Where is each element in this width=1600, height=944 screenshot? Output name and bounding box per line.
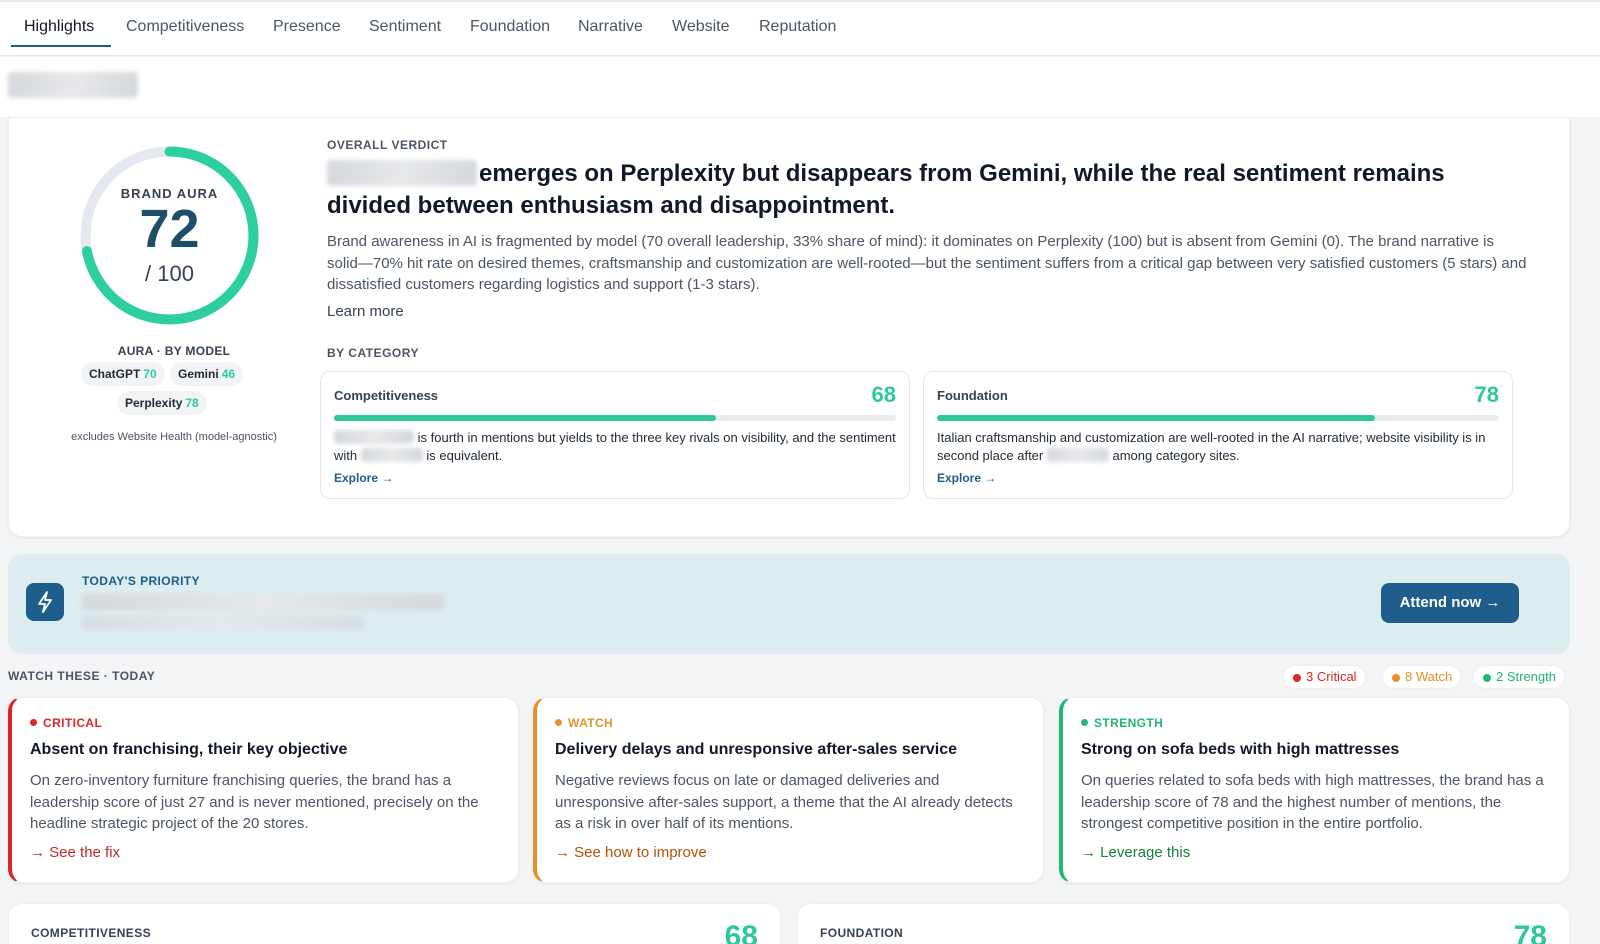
- aura-note: excludes Website Health (model-agnostic): [71, 431, 277, 443]
- card-body: Negative reviews focus on late or damage…: [555, 772, 1013, 832]
- attend-now-button[interactable]: Attend now →: [1381, 583, 1519, 623]
- foundation-detail-card: FOUNDATION 78: [797, 903, 1570, 944]
- see-the-fix-link[interactable]: → See the fix: [30, 844, 120, 861]
- model-name: Gemini: [178, 367, 219, 381]
- strength-insight-card: STRENGTH Strong on sofa beds with high m…: [1059, 697, 1570, 883]
- brand-aura-score: 72: [139, 199, 200, 259]
- category-summary: is fourth in mentions but yields to the …: [334, 429, 896, 465]
- brand-aura-gauge: BRAND AURA 72 / 100: [72, 138, 267, 333]
- strength-dot: [1483, 674, 1491, 682]
- critical-insight-card: CRITICAL Absent on franchising, their ke…: [8, 697, 519, 883]
- leverage-this-link[interactable]: → Leverage this: [1081, 844, 1190, 861]
- category-progress-fill: [334, 415, 717, 421]
- kicker-label: STRENGTH: [1094, 716, 1164, 730]
- tab-highlights[interactable]: Highlights: [24, 18, 94, 48]
- verdict-headline-text: emerges on Perplexity but disappears fro…: [327, 160, 1445, 219]
- card-label: FOUNDATION: [820, 926, 904, 940]
- tab-bar: Highlights Competitiveness Presence Sent…: [0, 0, 1600, 56]
- lightning-icon: [26, 583, 64, 621]
- redacted-brand-name: [8, 72, 138, 98]
- redacted-brand-name: [327, 160, 477, 186]
- kicker-label: CRITICAL: [43, 716, 103, 730]
- tab-narrative[interactable]: Narrative: [578, 18, 643, 48]
- redacted-competitor-name: [360, 448, 423, 462]
- strength-count-pill[interactable]: 2 Strength: [1473, 665, 1565, 689]
- category-card-competitiveness: Competitiveness 68 is fourth in mentions…: [320, 371, 910, 499]
- card-title: Absent on franchising, their key objecti…: [30, 741, 348, 758]
- redacted-competitor-name: [1046, 448, 1109, 462]
- category-progress-fill: [937, 415, 1376, 421]
- tab-website[interactable]: Website: [672, 18, 730, 48]
- model-chip-chatgpt: ChatGPT 70: [81, 362, 165, 386]
- active-tab-indicator: [11, 45, 111, 47]
- page-header: [0, 57, 1600, 117]
- status-dot: [555, 719, 562, 726]
- category-summary: Italian craftsmanship and customization …: [937, 429, 1499, 465]
- card-kicker: WATCH: [555, 716, 613, 730]
- todays-priority-banner: TODAY'S PRIORITY Attend now →: [8, 554, 1570, 654]
- verdict-headline: emerges on Perplexity but disappears fro…: [327, 158, 1527, 222]
- model-chip-gemini: Gemini 46: [170, 362, 244, 386]
- priority-eyebrow: TODAY'S PRIORITY: [82, 574, 200, 588]
- category-progress-bar: [334, 415, 896, 421]
- redacted-brand-name: [334, 430, 414, 444]
- pill-label: 2 Strength: [1496, 669, 1556, 684]
- card-title: Delivery delays and unresponsive after-s…: [555, 741, 957, 758]
- learn-more-link[interactable]: Learn more: [327, 303, 404, 320]
- redacted-priority-title: [82, 594, 444, 610]
- pill-label: 8 Watch: [1405, 669, 1453, 684]
- tab-foundation[interactable]: Foundation: [470, 18, 550, 48]
- explore-link[interactable]: Explore →: [937, 471, 996, 485]
- tab-competitiveness[interactable]: Competitiveness: [126, 18, 244, 48]
- watch-section-title: WATCH THESE · TODAY: [8, 669, 156, 683]
- kicker-label: WATCH: [568, 716, 614, 730]
- brand-aura-denominator: / 100: [145, 261, 194, 286]
- category-card-foundation: Foundation 78 Italian craftsmanship and …: [923, 371, 1513, 499]
- category-score: 78: [1474, 382, 1499, 407]
- watch-count-pill[interactable]: 8 Watch: [1382, 665, 1462, 689]
- verdict-eyebrow: OVERALL VERDICT: [327, 138, 448, 152]
- critical-dot: [1293, 674, 1301, 682]
- card-title: Strong on sofa beds with high mattresses: [1081, 741, 1400, 758]
- tab-presence[interactable]: Presence: [273, 18, 341, 48]
- status-dot: [1081, 719, 1088, 726]
- tab-sentiment[interactable]: Sentiment: [369, 18, 441, 48]
- tab-reputation[interactable]: Reputation: [759, 18, 836, 48]
- card-body: On zero-inventory furniture franchising …: [30, 772, 479, 832]
- category-name: Foundation: [937, 388, 1008, 403]
- category-name: Competitiveness: [334, 388, 439, 403]
- category-progress-bar: [937, 415, 1499, 421]
- card-body: On queries related to sofa beds with hig…: [1081, 772, 1544, 832]
- model-score: 46: [221, 367, 236, 381]
- model-score: 78: [185, 396, 199, 410]
- category-summary-text: is equivalent.: [426, 448, 503, 463]
- critical-count-pill[interactable]: 3 Critical: [1283, 665, 1366, 689]
- model-chip-perplexity: Perplexity 78: [117, 391, 207, 415]
- by-category-title: BY CATEGORY: [327, 346, 419, 360]
- competitiveness-detail-card: COMPETITIVENESS 68: [8, 903, 781, 944]
- category-score: 68: [871, 382, 896, 407]
- model-name: ChatGPT: [89, 367, 141, 381]
- card-kicker: STRENGTH: [1081, 716, 1163, 730]
- category-summary-text: among category sites.: [1112, 448, 1240, 463]
- aura-by-model-title: AURA · BY MODEL: [117, 344, 231, 358]
- watch-dot: [1392, 674, 1400, 682]
- card-label: COMPETITIVENESS: [31, 926, 152, 940]
- card-score: 68: [724, 920, 758, 944]
- card-score: 78: [1513, 920, 1547, 944]
- model-name: Perplexity: [125, 396, 183, 410]
- status-dot: [30, 719, 37, 726]
- model-score: 70: [143, 367, 157, 381]
- explore-link[interactable]: Explore →: [334, 471, 393, 485]
- overall-verdict-card: BRAND AURA 72 / 100 AURA · BY MODEL Chat…: [8, 117, 1570, 537]
- redacted-priority-subtitle: [82, 616, 364, 630]
- verdict-body: Brand awareness in AI is fragmented by m…: [327, 233, 1527, 293]
- see-how-to-improve-link[interactable]: → See how to improve: [555, 844, 707, 861]
- pill-label: 3 Critical: [1306, 669, 1357, 684]
- watch-insight-card: WATCH Delivery delays and unresponsive a…: [533, 697, 1044, 883]
- card-kicker: CRITICAL: [30, 716, 102, 730]
